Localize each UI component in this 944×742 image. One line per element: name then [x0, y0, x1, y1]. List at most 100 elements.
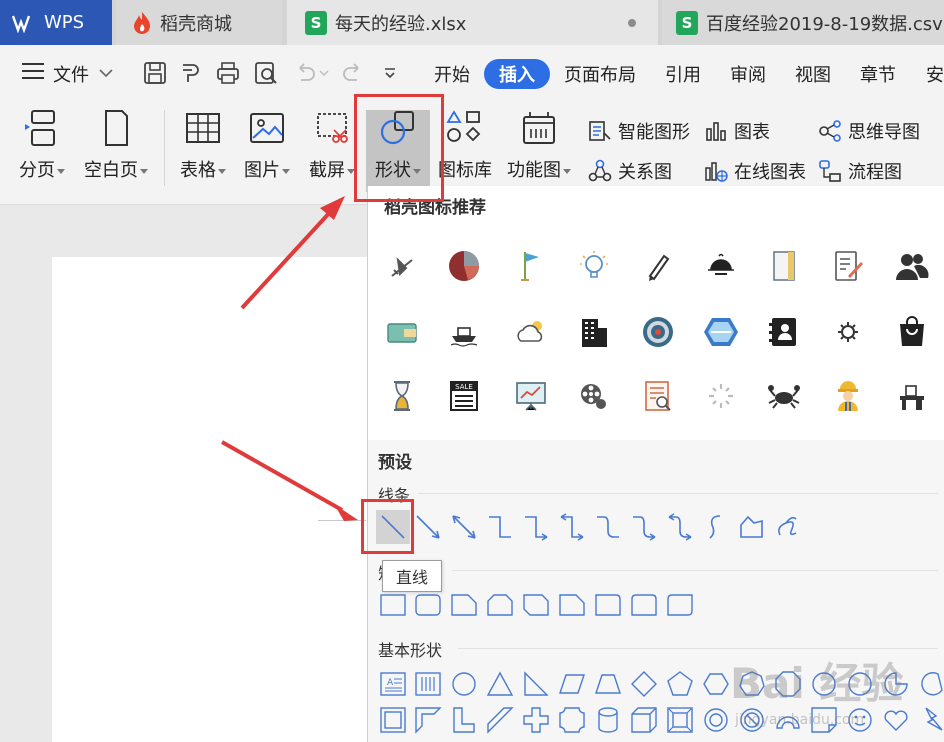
document-search-icon[interactable] [640, 378, 676, 414]
freeform-shape[interactable] [738, 513, 766, 541]
lightning-bolt-shape[interactable] [918, 706, 944, 734]
ship-icon[interactable] [446, 314, 482, 350]
function-chart-button[interactable]: 功能图 [504, 108, 574, 182]
hexagon-badge-icon[interactable] [703, 314, 739, 350]
cube-shape[interactable] [630, 706, 658, 734]
menu-page-layout[interactable]: 页面布局 [564, 61, 636, 87]
hamburger-menu-icon[interactable] [22, 63, 44, 81]
document-page[interactable] [52, 257, 367, 742]
building-icon[interactable] [576, 314, 612, 350]
curved-connector-shape[interactable] [594, 513, 622, 541]
mind-map-button[interactable]: 思维导图 [818, 118, 920, 144]
wallet-icon[interactable] [384, 314, 420, 350]
elbow-arrow-connector-shape[interactable] [522, 513, 550, 541]
right-triangle-shape[interactable] [522, 670, 550, 698]
elbow-double-arrow-connector-shape[interactable] [558, 513, 586, 541]
print-preview-icon[interactable] [253, 60, 279, 86]
tab-daoke-store[interactable]: 稻壳商城 [116, 0, 282, 45]
target-icon[interactable] [640, 314, 676, 350]
triangle-shape[interactable] [486, 670, 514, 698]
airplane-icon[interactable] [384, 250, 420, 286]
icon-library-button[interactable]: 图标库 [436, 108, 494, 182]
menu-file[interactable]: 文件 [53, 61, 89, 87]
page-break-button[interactable]: 分页 [14, 108, 70, 182]
presentation-chart-icon[interactable] [513, 378, 549, 414]
menu-chapter[interactable]: 章节 [860, 61, 896, 87]
menu-start[interactable]: 开始 [434, 61, 470, 87]
snip-diagonal-rectangle-shape[interactable] [522, 591, 550, 619]
round-diagonal-rectangle-shape[interactable] [666, 591, 694, 619]
tab-csv-file[interactable]: S 百度经验2019-8-19数据.csv [662, 0, 944, 45]
tab-xlsx-file[interactable]: S 每天的经验.xlsx [287, 0, 658, 45]
trapezoid-shape[interactable] [594, 670, 622, 698]
notebook-icon[interactable] [766, 248, 802, 284]
worker-icon[interactable] [830, 378, 866, 414]
vertical-text-box-shape[interactable] [414, 670, 442, 698]
snip-round-rectangle-shape[interactable] [558, 591, 586, 619]
double-arrow-line-shape[interactable] [450, 513, 478, 541]
smart-art-button[interactable]: 智能图形 [588, 118, 690, 144]
redo-icon[interactable] [340, 60, 366, 86]
plaque-shape[interactable] [558, 706, 586, 734]
menu-insert-active[interactable]: 插入 [484, 59, 550, 89]
crab-icon[interactable] [766, 378, 802, 414]
quick-access-more-icon[interactable] [382, 65, 398, 81]
l-shape[interactable] [450, 706, 478, 734]
round-same-side-rectangle-shape[interactable] [630, 591, 658, 619]
snip-same-side-rectangle-shape[interactable] [486, 591, 514, 619]
relation-chart-button[interactable]: 关系图 [588, 158, 672, 184]
flag-icon[interactable] [513, 248, 549, 284]
undo-dropdown-icon[interactable] [318, 67, 330, 79]
rectangle-shape[interactable] [379, 591, 407, 619]
rounded-rectangle-shape[interactable] [414, 591, 442, 619]
flowchart-button[interactable]: 流程图 [818, 158, 902, 184]
snip-corner-rectangle-shape[interactable] [450, 591, 478, 619]
elbow-connector-shape[interactable] [486, 513, 514, 541]
chord-shape[interactable] [918, 670, 944, 698]
frame-shape[interactable] [379, 706, 407, 734]
online-chart-button[interactable]: 在线图表 [704, 158, 806, 184]
chevron-down-icon[interactable] [98, 65, 114, 81]
diagonal-stripe-shape[interactable] [486, 706, 514, 734]
desk-icon[interactable] [894, 378, 930, 414]
pie-chart-icon[interactable] [446, 248, 482, 284]
round-single-corner-rectangle-shape[interactable] [594, 591, 622, 619]
hexagon-shape[interactable] [702, 670, 730, 698]
cloud-sun-icon[interactable] [513, 314, 549, 350]
film-reel-icon[interactable] [576, 378, 612, 414]
scribble-shape[interactable] [774, 513, 802, 541]
menu-security[interactable]: 安 [926, 61, 944, 87]
format-painter-icon[interactable] [178, 60, 204, 86]
gear-icon[interactable] [830, 314, 866, 350]
screenshot-button[interactable]: 截屏 [305, 108, 359, 182]
print-icon[interactable] [215, 60, 241, 86]
document-edit-icon[interactable] [830, 248, 866, 284]
parallelogram-shape[interactable] [558, 670, 586, 698]
diamond-shape[interactable] [630, 670, 658, 698]
hourglass-icon[interactable] [384, 378, 420, 414]
curved-double-arrow-connector-shape[interactable] [666, 513, 694, 541]
contact-book-icon[interactable] [766, 314, 802, 350]
arrow-line-shape[interactable] [414, 513, 442, 541]
bevel-shape[interactable] [666, 706, 694, 734]
shopping-bag-icon[interactable] [894, 314, 930, 350]
curved-arrow-connector-shape[interactable] [630, 513, 658, 541]
curve-shape[interactable] [702, 513, 730, 541]
loading-spinner-icon[interactable] [703, 378, 739, 414]
sale-sign-icon[interactable]: SALE [446, 378, 482, 414]
table-button[interactable]: 表格 [176, 108, 230, 182]
food-tray-icon[interactable] [703, 248, 739, 284]
oval-shape[interactable] [450, 670, 478, 698]
donut-shape[interactable] [702, 706, 730, 734]
users-icon[interactable] [894, 248, 930, 284]
menu-review[interactable]: 审阅 [730, 61, 766, 87]
undo-icon[interactable] [292, 60, 318, 86]
tab-wps-home[interactable]: WPS [0, 0, 112, 45]
menu-reference[interactable]: 引用 [665, 61, 701, 87]
blank-page-button[interactable]: 空白页 [80, 108, 152, 182]
text-box-shape[interactable]: A [379, 670, 407, 698]
picture-button[interactable]: 图片 [240, 108, 294, 182]
chart-button[interactable]: 图表 [704, 118, 770, 144]
can-shape[interactable] [594, 706, 622, 734]
menu-view[interactable]: 视图 [795, 61, 831, 87]
